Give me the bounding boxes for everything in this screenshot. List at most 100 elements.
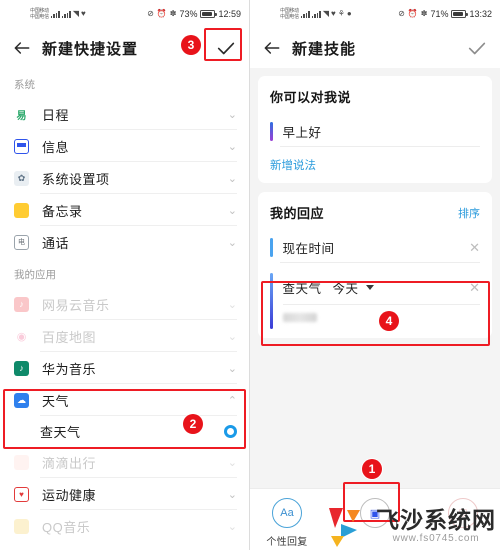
- action-text: 查天气: [282, 282, 322, 296]
- confirm-check-icon[interactable]: [215, 37, 237, 59]
- chevron-down-icon[interactable]: ⌄: [228, 362, 237, 375]
- carrier-names: 中国移动 中国电信: [280, 8, 299, 20]
- confirm-check-icon[interactable]: [466, 37, 488, 59]
- chevron-down-icon[interactable]: ⌄: [228, 204, 237, 217]
- list-item-netease-music[interactable]: ♪ 网易云音乐 ⌄: [0, 288, 249, 320]
- section-label-my-apps: 我的应用: [14, 269, 56, 281]
- annotation-badge-1: 1: [362, 459, 382, 479]
- phrase-text: 早上好: [282, 126, 322, 140]
- list-item-weather[interactable]: ☁ 天气 ⌃: [0, 384, 249, 416]
- chevron-down-icon[interactable]: ⌄: [228, 108, 237, 121]
- watermark-text: 飞沙系统网 www.fs0745.com: [376, 508, 496, 545]
- chevron-down-icon[interactable]: ⌄: [228, 520, 237, 533]
- bluetooth-icon: ✽: [420, 9, 428, 18]
- chevron-down-icon[interactable]: ⌄: [228, 140, 237, 153]
- qq-music-icon: [14, 518, 29, 534]
- signal-bars-icon-2: [311, 10, 321, 18]
- mute-icon: ⊘: [147, 9, 154, 18]
- list-subitem-check-weather[interactable]: 查天气: [0, 416, 249, 446]
- list-item-label: 备忘录: [42, 203, 83, 219]
- mute-icon: ⊘: [398, 9, 405, 18]
- phrase-row[interactable]: 早上好: [270, 116, 480, 147]
- list-item-label: 百度地图: [42, 329, 97, 345]
- list-item-call[interactable]: 电 通话 ⌄: [0, 226, 249, 258]
- memo-icon: [14, 203, 29, 218]
- action-row-time[interactable]: 现在时间 ✕: [270, 232, 480, 263]
- wifi-icon: ◥: [322, 9, 329, 18]
- list-item-label: 信息: [42, 139, 70, 155]
- wifi-icon: ◥: [72, 9, 79, 18]
- left-screen: 中国移动 中国电信 ◥ ♥ ⊘ ⏰ ✽ 73% 12:59 新建快捷设置 系统 …: [0, 0, 250, 550]
- right-app-bar: 新建技能: [250, 28, 500, 68]
- list-item-calendar[interactable]: 易 日程 ⌄: [0, 98, 249, 130]
- person-icon: ⚘: [337, 9, 345, 18]
- list-item-label: QQ音乐: [42, 519, 91, 535]
- list-item-system-settings[interactable]: ✿ 系统设置项 ⌄: [0, 162, 249, 194]
- list-item-memo[interactable]: 备忘录 ⌄: [0, 194, 249, 226]
- screenshot-root: 中国移动 中国电信 ◥ ♥ ⊘ ⏰ ✽ 73% 12:59 新建快捷设置 系统 …: [0, 0, 500, 550]
- text-format-icon: Aa: [272, 498, 302, 528]
- action-header: 查天气 今天 ✕: [282, 273, 480, 305]
- list-item-health[interactable]: ♥ 运动健康 ⌄: [0, 478, 249, 510]
- list-item-messages[interactable]: 信息 ⌄: [0, 130, 249, 162]
- chevron-down-icon[interactable]: ⌄: [228, 298, 237, 311]
- chevron-down-icon[interactable]: [365, 285, 374, 290]
- blurred-value: [282, 312, 317, 322]
- baidu-map-icon: ◉: [14, 328, 29, 344]
- list-item-baidu-map[interactable]: ◉ 百度地图 ⌄: [0, 320, 249, 352]
- radio-selected-icon[interactable]: [224, 424, 237, 438]
- action-row-weather[interactable]: 查天气 今天 ✕: [270, 273, 480, 329]
- add-phrase-link[interactable]: 新增说法: [270, 157, 316, 173]
- watermark-url: www.fs0745.com: [392, 533, 480, 544]
- right-status-carrier: 中国移动 中国电信 ◥ ♥ ⚘ ●: [280, 8, 352, 20]
- right-screen: 中国移动 中国电信 ◥ ♥ ⚘ ● ⊘ ⏰ ✽ 71% 13:32 新建技能 你…: [250, 0, 500, 550]
- list-item-label: 天气: [42, 393, 70, 409]
- signal-bars-icon-2: [61, 10, 71, 18]
- left-status-bar: 中国移动 中国电信 ◥ ♥ ⊘ ⏰ ✽ 73% 12:59: [0, 0, 249, 28]
- annotation-badge-2: 2: [183, 414, 203, 434]
- chevron-down-icon[interactable]: ⌄: [228, 456, 237, 469]
- section-label-system: 系统: [14, 79, 35, 91]
- action-text: 现在时间: [282, 242, 335, 256]
- chevron-down-icon[interactable]: ⌄: [228, 236, 237, 249]
- back-arrow-icon[interactable]: [262, 38, 282, 58]
- alarm-icon: ⏰: [156, 9, 167, 18]
- my-response-card: 我的回应 排序 现在时间 ✕ 查天气 今天 ✕: [258, 192, 492, 338]
- accent-bar: [270, 238, 273, 257]
- reply-card-header: 我的回应 排序: [270, 203, 480, 222]
- phone-icon: 电: [14, 234, 29, 250]
- row-underline: [280, 146, 480, 147]
- carrier-line-2: 中国电信: [280, 14, 299, 20]
- accent-bar: [270, 273, 273, 329]
- carrier-line-2: 中国电信: [30, 14, 49, 20]
- close-icon[interactable]: ✕: [469, 241, 480, 254]
- row-underline: [280, 262, 480, 263]
- chevron-up-icon[interactable]: ⌃: [228, 394, 237, 407]
- annotation-badge-4: 4: [379, 311, 399, 331]
- back-arrow-icon[interactable]: [12, 38, 32, 58]
- list-item-didi[interactable]: 滴滴出行 ⌄: [0, 446, 249, 478]
- list-item-qq-music[interactable]: QQ音乐 ⌄: [0, 510, 249, 542]
- list-item-huawei-music[interactable]: ♪ 华为音乐 ⌄: [0, 352, 249, 384]
- say-card-title: 你可以对我说: [270, 90, 352, 105]
- list-item-label: 运动健康: [42, 487, 97, 503]
- list-item-label: 网易云音乐: [42, 297, 110, 313]
- tab-label: 个性回复: [266, 537, 308, 548]
- signal-bars-icon-1: [50, 10, 60, 18]
- chevron-down-icon[interactable]: ⌄: [228, 488, 237, 501]
- signal-bars-icon-1: [300, 10, 310, 18]
- settings-icon: ✿: [14, 170, 29, 186]
- calendar-icon: 易: [14, 106, 29, 122]
- list-item-label: 滴滴出行: [42, 455, 97, 471]
- list-item-label: 通话: [42, 235, 70, 251]
- chevron-down-icon[interactable]: ⌄: [228, 172, 237, 185]
- chevron-down-icon[interactable]: ⌄: [228, 330, 237, 343]
- status-clock: 12:59: [218, 9, 241, 19]
- sort-link[interactable]: 排序: [458, 205, 480, 221]
- shortcut-list[interactable]: 系统 易 日程 ⌄ 信息 ⌄ ✿ 系统设置项 ⌄ 备忘录 ⌄ 电 通话 ⌄ 我的…: [0, 68, 249, 550]
- tab-personal-reply[interactable]: Aa 个性回复: [256, 498, 318, 548]
- list-subitem-label: 查天气: [40, 424, 81, 440]
- accent-bar: [270, 122, 273, 141]
- close-icon[interactable]: ✕: [469, 280, 480, 296]
- day-selector-value[interactable]: 今天: [333, 278, 359, 297]
